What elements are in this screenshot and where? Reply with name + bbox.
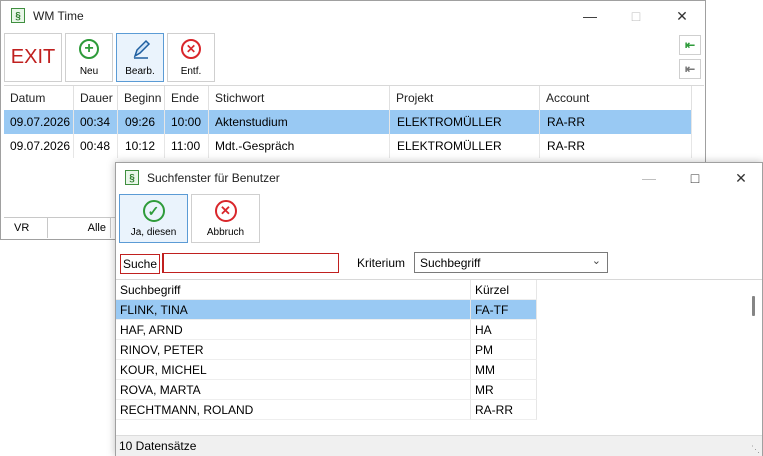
minimize-button[interactable]: — xyxy=(567,1,613,31)
edit-button[interactable]: Bearb. xyxy=(116,33,164,82)
cell-datum: 09.07.2026 xyxy=(4,110,74,134)
maximize-button[interactable]: □ xyxy=(613,1,659,31)
criterion-label: Kriterium xyxy=(357,256,406,270)
results-grid: Suchbegriff Kürzel FLINK, TINA FA-TF HAF… xyxy=(116,279,762,436)
column-header-projekt[interactable]: Projekt xyxy=(390,86,540,110)
cell-account: RA-RR xyxy=(540,134,692,158)
cell-projekt: ELEKTROMÜLLER xyxy=(390,134,540,158)
delete-x-icon: ✕ xyxy=(181,39,201,59)
footer-right-cell[interactable]: Alle xyxy=(48,218,111,238)
exit-button[interactable]: EXIT xyxy=(4,33,62,82)
table-row[interactable]: 09.07.2026 00:48 10:12 11:00 Mdt.-Gesprä… xyxy=(4,134,692,158)
list-item-name: RINOV, PETER xyxy=(116,340,471,360)
dialog-title: Suchfenster für Benutzer xyxy=(147,171,280,185)
vertical-scrollbar-thumb[interactable] xyxy=(752,296,755,316)
cell-ende: 11:00 xyxy=(165,134,209,158)
arrow-left-green-icon[interactable]: ⇤ xyxy=(679,35,701,55)
list-item-name: RECHTMANN, ROLAND xyxy=(116,400,471,420)
footer-right-label: Alle xyxy=(87,222,106,234)
record-count: 10 Datensätze xyxy=(119,439,197,453)
resize-grip-icon[interactable]: ⋱ xyxy=(751,444,760,455)
delete-button[interactable]: ✕ Entf. xyxy=(167,33,215,82)
criterion-select[interactable]: Suchbegriff ⌄ xyxy=(414,252,608,273)
column-header-datum[interactable]: Datum xyxy=(4,86,74,110)
checkmark-icon: ✓ xyxy=(142,200,165,222)
list-item-code: PM xyxy=(471,340,537,360)
list-item-name: KOUR, MICHEL xyxy=(116,360,471,380)
cell-stichwort: Mdt.-Gespräch xyxy=(209,134,390,158)
main-window-title: WM Time xyxy=(33,9,84,23)
list-item[interactable]: RECHTMANN, ROLAND RA-RR xyxy=(116,400,537,420)
cell-dauer: 00:48 xyxy=(74,134,118,158)
exit-label: EXIT xyxy=(10,46,56,68)
cell-dauer: 00:34 xyxy=(74,110,118,134)
list-item-name: ROVA, MARTA xyxy=(116,380,471,400)
edit-button-label: Bearb. xyxy=(125,66,155,77)
list-item[interactable]: RINOV, PETER PM xyxy=(116,340,537,360)
list-item[interactable]: HAF, ARND HA xyxy=(116,320,537,340)
main-titlebar: § WM Time — □ ✕ xyxy=(1,1,705,31)
cancel-button[interactable]: ✕ Abbruch xyxy=(191,194,260,243)
new-button[interactable]: + Neu xyxy=(65,33,113,82)
column-header-account[interactable]: Account xyxy=(540,86,692,110)
results-header: Suchbegriff Kürzel xyxy=(116,280,537,300)
cell-stichwort: Aktenstudium xyxy=(209,110,390,134)
list-item[interactable]: ROVA, MARTA MR xyxy=(116,380,537,400)
cell-account: RA-RR xyxy=(540,110,692,134)
list-item[interactable]: KOUR, MICHEL MM xyxy=(116,360,537,380)
arrow-left-gray-icon[interactable]: ⇤ xyxy=(679,59,701,79)
list-item-name: HAF, ARND xyxy=(116,320,471,340)
dialog-app-icon: § xyxy=(125,170,139,185)
column-header-dauer[interactable]: Dauer xyxy=(74,86,118,110)
chevron-down-icon: ⌄ xyxy=(591,255,601,267)
column-header-stichwort[interactable]: Stichwort xyxy=(209,86,390,110)
footer-left-cell[interactable]: VR xyxy=(4,218,48,238)
confirm-button[interactable]: ✓ Ja, diesen xyxy=(119,194,188,243)
app-icon: § xyxy=(11,8,25,23)
cancel-button-label: Abbruch xyxy=(206,227,245,238)
list-item-code: FA-TF xyxy=(471,300,537,320)
list-item-code: RA-RR xyxy=(471,400,537,420)
column-header-ende[interactable]: Ende xyxy=(165,86,209,110)
criterion-select-value: Suchbegriff xyxy=(420,256,481,270)
close-button[interactable]: ✕ xyxy=(659,1,705,31)
list-item-code: MR xyxy=(471,380,537,400)
cell-datum: 09.07.2026 xyxy=(4,134,74,158)
list-item-code: MM xyxy=(471,360,537,380)
table-row[interactable]: 09.07.2026 00:34 09:26 10:00 Aktenstudiu… xyxy=(4,110,692,134)
column-header-kuerzel[interactable]: Kürzel xyxy=(471,280,537,300)
grid-header: Datum Dauer Beginn Ende Stichwort Projek… xyxy=(4,86,692,110)
dialog-titlebar: § Suchfenster für Benutzer — □ ✕ xyxy=(116,163,762,193)
cell-ende: 10:00 xyxy=(165,110,209,134)
cell-projekt: ELEKTROMÜLLER xyxy=(390,110,540,134)
list-item-name: FLINK, TINA xyxy=(116,300,471,320)
delete-button-label: Entf. xyxy=(180,66,202,77)
list-item[interactable]: FLINK, TINA FA-TF xyxy=(116,300,537,320)
cell-beginn: 09:26 xyxy=(118,110,165,134)
footer-left-label: VR xyxy=(14,222,30,234)
pencil-icon xyxy=(131,38,151,60)
dialog-minimize-button[interactable]: — xyxy=(626,163,672,193)
dialog-close-button[interactable]: ✕ xyxy=(718,163,763,193)
column-header-beginn[interactable]: Beginn xyxy=(118,86,165,110)
cell-beginn: 10:12 xyxy=(118,134,165,158)
search-input[interactable] xyxy=(162,253,339,273)
list-item-code: HA xyxy=(471,320,537,340)
search-dialog: § Suchfenster für Benutzer — □ ✕ ✓ Ja, d… xyxy=(115,162,763,456)
dialog-maximize-button[interactable]: □ xyxy=(672,163,718,193)
column-header-suchbegriff[interactable]: Suchbegriff xyxy=(116,280,471,300)
dialog-status-bar: 10 Datensätze ⋱ xyxy=(116,435,762,456)
plus-icon: + xyxy=(79,39,99,59)
new-button-label: Neu xyxy=(79,66,99,77)
search-label: Suche xyxy=(120,254,161,274)
confirm-button-label: Ja, diesen xyxy=(130,227,177,238)
cancel-x-icon: ✕ xyxy=(214,200,237,222)
